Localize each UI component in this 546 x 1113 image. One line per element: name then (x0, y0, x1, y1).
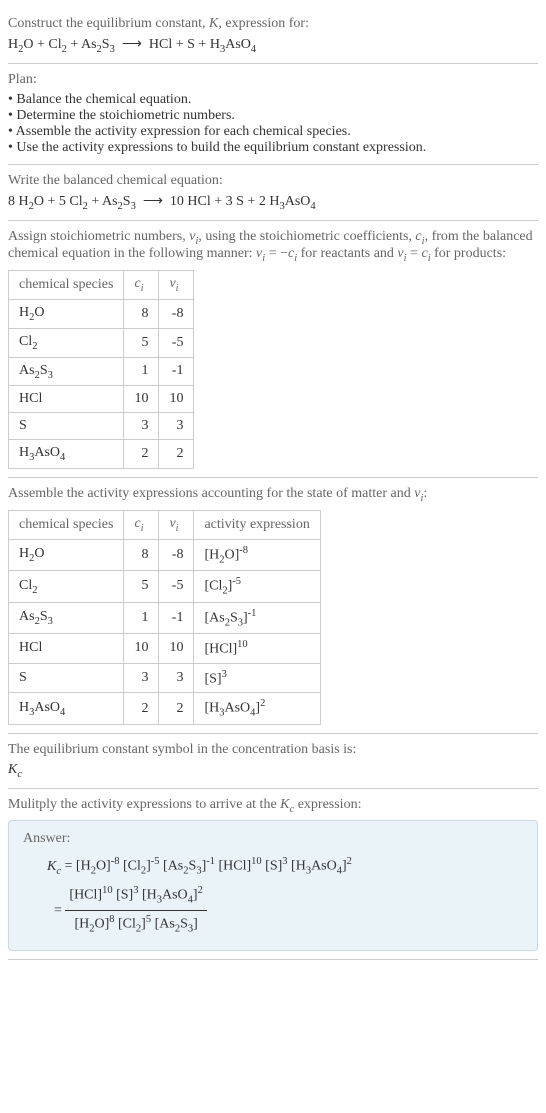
plan-item: Assemble the activity expression for eac… (8, 124, 538, 140)
cell-species: S (9, 413, 124, 440)
cell-nui: 3 (159, 663, 194, 693)
stoich-text: for reactants and (297, 246, 397, 261)
cell-ci: 2 (124, 693, 159, 724)
plan-item: Determine the stoichiometric numbers. (8, 108, 538, 124)
cell-ci: 8 (124, 299, 159, 328)
cell-ci: 3 (124, 413, 159, 440)
table-row: H2O8-8[H2O]-8 (9, 539, 321, 570)
plan-item: Use the activity expressions to build th… (8, 140, 538, 156)
construct-prompt: Construct the equilibrium constant, K, e… (8, 16, 538, 32)
multiply-prompt: Mulitply the activity expressions to arr… (8, 797, 538, 815)
cell-species: S (9, 663, 124, 693)
answer-label: Answer: (23, 831, 523, 847)
answer-box: Answer: Kc = [H2O]-8 [Cl2]-5 [As2S3]-1 [… (8, 820, 538, 950)
stoich-intro: Assign stoichiometric numbers, νi, using… (8, 229, 538, 265)
cell-species: H2O (9, 299, 124, 328)
cell-species: As2S3 (9, 602, 124, 633)
col-activity: activity expression (194, 510, 320, 539)
cell-activity: [S]3 (194, 663, 320, 693)
table-row: H3AsO422[H3AsO4]2 (9, 693, 321, 724)
table-row: H2O8-8 (9, 299, 194, 328)
cell-nui: -8 (159, 539, 194, 570)
table-row: S33[S]3 (9, 663, 321, 693)
plan-title: Plan: (8, 72, 538, 88)
cell-ci: 10 (124, 634, 159, 664)
cell-nui: -5 (159, 571, 194, 602)
stoich-section: Assign stoichiometric numbers, νi , using… (8, 221, 538, 479)
cell-nui: 2 (159, 693, 194, 724)
cell-ci: 10 (124, 386, 159, 413)
cell-species: HCl (9, 634, 124, 664)
cell-species: HCl (9, 386, 124, 413)
symbol-prompt: The equilibrium constant symbol in the c… (8, 742, 538, 758)
symbol-section: The equilibrium constant symbol in the c… (8, 734, 538, 789)
cell-ci: 3 (124, 663, 159, 693)
cell-ci: 1 (124, 602, 159, 633)
cell-nui: 10 (159, 386, 194, 413)
table-row: Cl25-5 (9, 328, 194, 357)
table-row: HCl1010[HCl]10 (9, 634, 321, 664)
activity-prompt: Assemble the activity expressions accoun… (8, 486, 538, 504)
col-nui: νi (159, 510, 194, 539)
stoich-text: , using the stoichiometric coefficients, (198, 229, 415, 244)
cell-species: Cl2 (9, 571, 124, 602)
table-row: S33 (9, 413, 194, 440)
kc-symbol: Kc (8, 762, 538, 780)
cell-species: As2S3 (9, 357, 124, 386)
table-row: As2S31-1 (9, 357, 194, 386)
cell-nui: 3 (159, 413, 194, 440)
plan-section: Plan: Balance the chemical equation. Det… (8, 64, 538, 165)
cell-activity: [HCl]10 (194, 634, 320, 664)
col-species: chemical species (9, 510, 124, 539)
table-header-row: chemical species ci νi (9, 271, 194, 300)
table-row: Cl25-5[Cl2]-5 (9, 571, 321, 602)
table-row: H3AsO422 (9, 440, 194, 469)
cell-nui: 2 (159, 440, 194, 469)
cell-nui: 10 (159, 634, 194, 664)
cell-nui: -5 (159, 328, 194, 357)
cell-ci: 2 (124, 440, 159, 469)
col-nui: νi (159, 271, 194, 300)
cell-nui: -8 (159, 299, 194, 328)
multiply-section: Mulitply the activity expressions to arr… (8, 789, 538, 960)
balanced-prompt: Write the balanced chemical equation: (8, 173, 538, 189)
table-row: As2S31-1[As2S3]-1 (9, 602, 321, 633)
cell-ci: 5 (124, 571, 159, 602)
stoich-text: Assign stoichiometric numbers, (8, 229, 189, 244)
balanced-section: Write the balanced chemical equation: 8 … (8, 165, 538, 221)
col-species: chemical species (9, 271, 124, 300)
col-ci: ci (124, 510, 159, 539)
cell-activity: [H2O]-8 (194, 539, 320, 570)
cell-activity: [Cl2]-5 (194, 571, 320, 602)
cell-nui: -1 (159, 602, 194, 633)
balanced-equation: 8 H2O + 5 Cl2 + As2S3 ⟶ 10 HCl + 3 S + 2… (8, 193, 538, 212)
stoich-text: for products: (431, 246, 506, 261)
cell-activity: [As2S3]-1 (194, 602, 320, 633)
cell-ci: 1 (124, 357, 159, 386)
plan-item: Balance the chemical equation. (8, 92, 538, 108)
activity-section: Assemble the activity expressions accoun… (8, 478, 538, 734)
cell-ci: 5 (124, 328, 159, 357)
activity-table: chemical species ci νi activity expressi… (8, 510, 321, 725)
cell-species: H3AsO4 (9, 693, 124, 724)
table-row: HCl1010 (9, 386, 194, 413)
cell-species: H3AsO4 (9, 440, 124, 469)
cell-species: H2O (9, 539, 124, 570)
stoich-table: chemical species ci νi H2O8-8 Cl25-5 As2… (8, 270, 194, 469)
plan-bullets: Balance the chemical equation. Determine… (8, 92, 538, 156)
answer-formula: Kc = [H2O]-8 [Cl2]-5 [As2S3]-1 [HCl]10 [… (47, 853, 523, 939)
unbalanced-equation: H2O + Cl2 + As2S3 ⟶ HCl + S + H3AsO4 (8, 36, 538, 55)
table-header-row: chemical species ci νi activity expressi… (9, 510, 321, 539)
cell-ci: 8 (124, 539, 159, 570)
cell-activity: [H3AsO4]2 (194, 693, 320, 724)
cell-species: Cl2 (9, 328, 124, 357)
col-ci: ci (124, 271, 159, 300)
construct-section: Construct the equilibrium constant, K, e… (8, 8, 538, 64)
cell-nui: -1 (159, 357, 194, 386)
